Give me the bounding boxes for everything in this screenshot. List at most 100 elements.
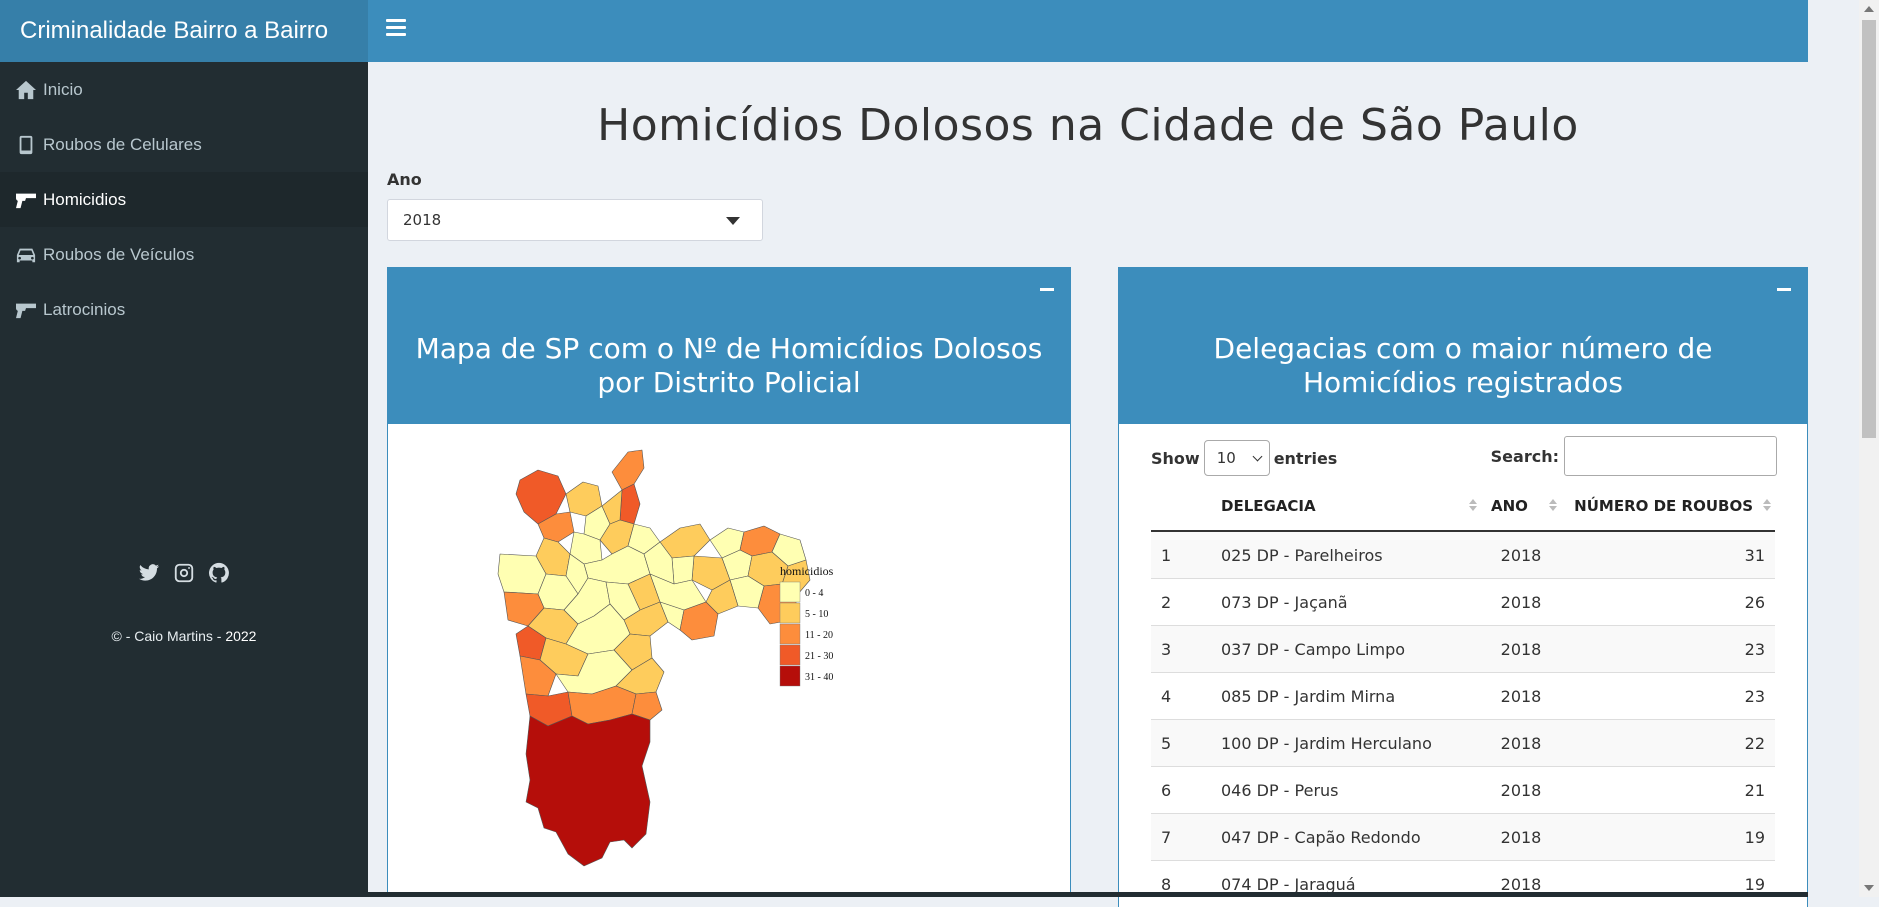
row-index: 3 (1151, 626, 1211, 673)
gun-icon (15, 190, 37, 210)
legend-bin-label: 31 - 40 (805, 672, 833, 683)
table-box: Delegacias com o maior número de Homicíd… (1118, 267, 1808, 907)
row-numero: 21 (1561, 767, 1775, 814)
row-index: 7 (1151, 814, 1211, 861)
row-numero: 19 (1561, 861, 1775, 907)
map-legend-title: homicidios (780, 564, 834, 578)
column-header-delegacia[interactable]: DELEGACIA (1211, 482, 1481, 531)
sort-icon (1549, 499, 1557, 513)
page-scrollbar[interactable] (1859, 0, 1879, 897)
row-index: 1 (1151, 531, 1211, 579)
sidebar-item-homicidios[interactable]: Homicidios (0, 172, 368, 227)
entries-length-control: Show 10 entries (1151, 440, 1337, 476)
github-icon[interactable] (208, 562, 230, 588)
sidebar-toggle-icon[interactable] (386, 19, 406, 39)
car-icon (15, 245, 37, 265)
row-delegacia: 037 DP - Campo Limpo (1211, 626, 1481, 673)
table-row[interactable]: 5 100 DP - Jardim Herculano 2018 22 (1151, 720, 1775, 767)
table-box-title: Delegacias com o maior número de Homicíd… (1119, 332, 1807, 400)
sidebar-item-label: Inicio (43, 80, 83, 100)
map-box-title: Mapa de SP com o Nº de Homicídios Doloso… (388, 332, 1070, 400)
sidebar-item-roubos-celulares[interactable]: Roubos de Celulares (0, 117, 368, 172)
map-box-header: Mapa de SP com o Nº de Homicídios Doloso… (388, 268, 1070, 424)
year-select-value: 2018 (403, 211, 441, 229)
map-district[interactable] (526, 714, 650, 866)
row-delegacia: 085 DP - Jardim Mirna (1211, 673, 1481, 720)
row-index: 4 (1151, 673, 1211, 720)
column-header-numero[interactable]: NÚMERO DE ROUBOS (1561, 482, 1775, 531)
map-box: Mapa de SP com o Nº de Homicídios Doloso… (387, 267, 1071, 894)
entries-label: entries (1274, 449, 1338, 468)
row-delegacia: 025 DP - Parelheiros (1211, 531, 1481, 579)
app-logo-title[interactable]: Criminalidade Bairro a Bairro (0, 0, 368, 62)
sidebar-item-inicio[interactable]: Inicio (0, 62, 368, 117)
row-ano: 2018 (1481, 673, 1561, 720)
map-district[interactable] (620, 484, 640, 524)
row-index: 2 (1151, 579, 1211, 626)
collapse-table-box-icon[interactable] (1777, 288, 1791, 291)
column-header-ano[interactable]: ANO (1481, 482, 1561, 531)
table-row[interactable]: 1 025 DP - Parelheiros 2018 31 (1151, 531, 1775, 579)
scrollbar-thumb[interactable] (1862, 20, 1876, 438)
credit-text: © - Caio Martins - 2022 (0, 628, 368, 644)
legend-bin-label: 21 - 30 (805, 651, 833, 662)
year-select[interactable]: 2018 (387, 199, 763, 241)
row-numero: 31 (1561, 531, 1775, 579)
sort-icon (1763, 499, 1771, 513)
search-input[interactable] (1564, 436, 1777, 476)
row-delegacia: 046 DP - Perus (1211, 767, 1481, 814)
column-header-label: NÚMERO DE ROUBOS (1574, 497, 1753, 515)
row-numero: 23 (1561, 626, 1775, 673)
instagram-icon[interactable] (173, 562, 195, 588)
row-delegacia: 073 DP - Jaçanã (1211, 579, 1481, 626)
row-ano: 2018 (1481, 767, 1561, 814)
row-ano: 2018 (1481, 579, 1561, 626)
collapse-map-box-icon[interactable] (1040, 288, 1054, 291)
sidebar: Inicio Roubos de Celulares Homicidios Ro… (0, 62, 368, 897)
credit-year: 2022 (225, 628, 256, 644)
bottom-edge (368, 892, 1808, 897)
table-row[interactable]: 2 073 DP - Jaçanã 2018 26 (1151, 579, 1775, 626)
page-title: Homicídios Dolosos na Cidade de São Paul… (368, 100, 1808, 151)
map-district[interactable] (612, 450, 644, 490)
sidebar-item-label: Homicidios (43, 190, 126, 210)
table-row[interactable]: 4 085 DP - Jardim Mirna 2018 23 (1151, 673, 1775, 720)
scroll-up-icon[interactable] (1864, 6, 1874, 12)
sidebar-item-label: Roubos de Veículos (43, 245, 194, 265)
row-index: 5 (1151, 720, 1211, 767)
show-label: Show (1151, 449, 1200, 468)
row-delegacia: 100 DP - Jardim Herculano (1211, 720, 1481, 767)
legend-bin-label: 5 - 10 (805, 609, 828, 620)
column-header-index[interactable] (1151, 482, 1211, 531)
row-numero: 23 (1561, 673, 1775, 720)
table-row[interactable]: 7 047 DP - Capão Redondo 2018 19 (1151, 814, 1775, 861)
sidebar-item-label: Roubos de Celulares (43, 135, 202, 155)
entries-select[interactable]: 10 (1204, 440, 1270, 476)
search-label: Search: (1491, 447, 1559, 466)
row-ano: 2018 (1481, 720, 1561, 767)
table-row[interactable]: 6 046 DP - Perus 2018 21 (1151, 767, 1775, 814)
row-numero: 19 (1561, 814, 1775, 861)
chevron-down-icon (1252, 452, 1262, 462)
legend-bin-label: 11 - 20 (805, 630, 833, 641)
column-header-label: DELEGACIA (1221, 497, 1316, 515)
row-ano: 2018 (1481, 626, 1561, 673)
table-box-header: Delegacias com o maior número de Homicíd… (1119, 268, 1807, 424)
credit-author: © - Caio Martins - (112, 628, 226, 644)
sort-icon (1469, 499, 1477, 513)
delegacias-table: DELEGACIA ANO NÚMERO DE ROUBOS 1 (1151, 482, 1775, 907)
twitter-icon[interactable] (138, 562, 160, 588)
chevron-down-icon (726, 217, 740, 225)
gun-icon (15, 300, 37, 320)
legend-bin-label: 0 - 4 (805, 588, 823, 599)
top-navbar (368, 0, 1808, 62)
table-row[interactable]: 3 037 DP - Campo Limpo 2018 23 (1151, 626, 1775, 673)
map-district[interactable] (672, 556, 694, 584)
sidebar-item-roubos-veiculos[interactable]: Roubos de Veículos (0, 227, 368, 282)
sidebar-item-latrocinios[interactable]: Latrocinios (0, 282, 368, 337)
scroll-down-icon[interactable] (1864, 885, 1874, 891)
row-delegacia: 047 DP - Capão Redondo (1211, 814, 1481, 861)
table-row[interactable]: 8 074 DP - Jaraguá 2018 19 (1151, 861, 1775, 907)
table-search: Search: (1491, 436, 1777, 476)
map-legend: 0 - 4 5 - 10 11 - 20 21 - 30 31 - 40 (780, 582, 833, 686)
